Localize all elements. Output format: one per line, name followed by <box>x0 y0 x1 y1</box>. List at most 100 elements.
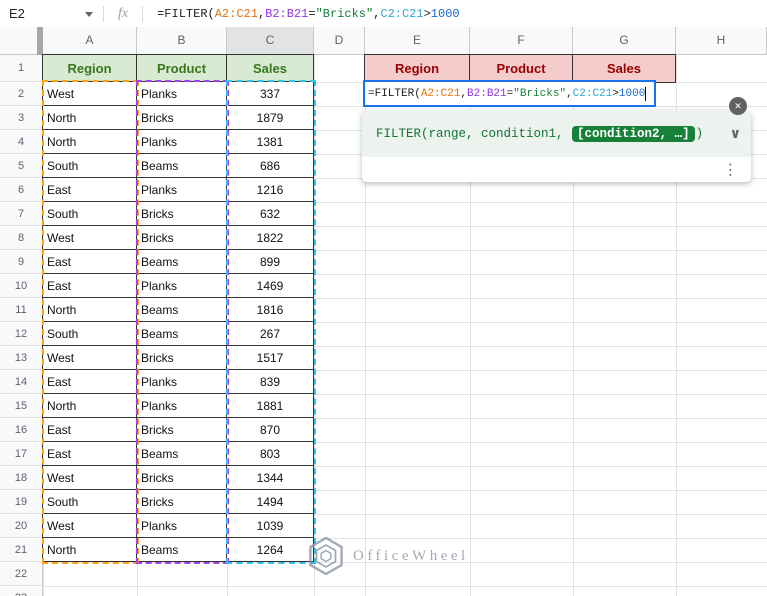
table-cell[interactable]: Planks <box>137 178 227 202</box>
table-cell[interactable]: South <box>43 154 137 178</box>
column-header-h[interactable]: H <box>676 27 767 55</box>
source-header-cell[interactable]: Sales <box>227 55 314 82</box>
row-header-10[interactable]: 10 <box>0 274 43 298</box>
table-cell[interactable]: Bricks <box>137 226 227 250</box>
table-cell[interactable]: East <box>43 442 137 466</box>
table-cell[interactable]: North <box>43 538 137 562</box>
table-cell[interactable]: Bricks <box>137 490 227 514</box>
table-cell[interactable]: Beams <box>137 442 227 466</box>
column-header-a[interactable]: A <box>43 27 137 55</box>
column-header-e[interactable]: E <box>365 27 470 55</box>
row-header-5[interactable]: 5 <box>0 154 43 178</box>
row-header-9[interactable]: 9 <box>0 250 43 274</box>
table-cell[interactable]: Bricks <box>137 466 227 490</box>
table-cell[interactable]: Bricks <box>137 202 227 226</box>
table-cell[interactable]: 899 <box>227 250 314 274</box>
table-cell[interactable]: South <box>43 490 137 514</box>
table-cell[interactable]: North <box>43 394 137 418</box>
table-cell[interactable]: West <box>43 466 137 490</box>
table-cell[interactable]: 1822 <box>227 226 314 250</box>
row-header-16[interactable]: 16 <box>0 418 43 442</box>
table-cell[interactable]: South <box>43 322 137 346</box>
table-cell[interactable]: 1264 <box>227 538 314 562</box>
table-cell[interactable]: North <box>43 130 137 154</box>
table-cell[interactable]: 1517 <box>227 346 314 370</box>
table-cell[interactable]: East <box>43 178 137 202</box>
table-cell[interactable]: 839 <box>227 370 314 394</box>
row-header-19[interactable]: 19 <box>0 490 43 514</box>
row-header-21[interactable]: 21 <box>0 538 43 562</box>
row-header-1[interactable]: 1 <box>0 55 43 82</box>
formula-bar-input[interactable]: =FILTER(A2:C21,B2:B21="Bricks",C2:C21>10… <box>149 7 767 21</box>
column-header-d[interactable]: D <box>314 27 365 55</box>
table-cell[interactable]: Bricks <box>137 106 227 130</box>
result-header-cell[interactable]: Product <box>470 55 573 83</box>
table-cell[interactable]: 870 <box>227 418 314 442</box>
row-header-12[interactable]: 12 <box>0 322 43 346</box>
result-header-cell[interactable]: Sales <box>573 55 676 83</box>
table-cell[interactable]: 1881 <box>227 394 314 418</box>
table-cell[interactable]: 1879 <box>227 106 314 130</box>
table-cell[interactable]: 267 <box>227 322 314 346</box>
table-cell[interactable]: Bricks <box>137 418 227 442</box>
table-cell[interactable]: East <box>43 250 137 274</box>
table-cell[interactable]: 1381 <box>227 130 314 154</box>
table-cell[interactable]: East <box>43 274 137 298</box>
table-cell[interactable]: 803 <box>227 442 314 466</box>
name-box-dropdown-icon[interactable] <box>85 12 93 17</box>
table-cell[interactable]: 1344 <box>227 466 314 490</box>
column-header-g[interactable]: G <box>573 27 676 55</box>
column-header-b[interactable]: B <box>137 27 227 55</box>
table-cell[interactable]: Beams <box>137 538 227 562</box>
table-cell[interactable]: West <box>43 346 137 370</box>
row-header-14[interactable]: 14 <box>0 370 43 394</box>
result-header-cell[interactable]: Region <box>365 55 470 83</box>
kebab-menu-icon[interactable]: ⋮ <box>723 162 738 177</box>
table-cell[interactable]: West <box>43 82 137 106</box>
table-cell[interactable]: Planks <box>137 130 227 154</box>
table-cell[interactable]: Beams <box>137 322 227 346</box>
row-header-2[interactable]: 2 <box>0 82 43 106</box>
table-cell[interactable]: West <box>43 514 137 538</box>
table-cell[interactable]: Planks <box>137 394 227 418</box>
row-header-18[interactable]: 18 <box>0 466 43 490</box>
source-header-cell[interactable]: Product <box>137 55 227 82</box>
row-header-4[interactable]: 4 <box>0 130 43 154</box>
row-header-20[interactable]: 20 <box>0 514 43 538</box>
row-header-17[interactable]: 17 <box>0 442 43 466</box>
row-header-13[interactable]: 13 <box>0 346 43 370</box>
table-cell[interactable]: 1469 <box>227 274 314 298</box>
table-cell[interactable]: Bricks <box>137 346 227 370</box>
table-cell[interactable]: West <box>43 226 137 250</box>
table-cell[interactable]: 1039 <box>227 514 314 538</box>
table-cell[interactable]: Beams <box>137 250 227 274</box>
row-header-3[interactable]: 3 <box>0 106 43 130</box>
cell-editor-e2[interactable]: =FILTER(A2:C21,B2:B21="Bricks",C2:C21>10… <box>363 80 656 107</box>
table-cell[interactable]: 632 <box>227 202 314 226</box>
table-cell[interactable]: 1216 <box>227 178 314 202</box>
row-header-11[interactable]: 11 <box>0 298 43 322</box>
table-cell[interactable]: 1816 <box>227 298 314 322</box>
row-header-23[interactable]: 23 <box>0 586 43 596</box>
table-cell[interactable]: Planks <box>137 274 227 298</box>
table-cell[interactable]: Planks <box>137 370 227 394</box>
row-header-7[interactable]: 7 <box>0 202 43 226</box>
row-header-6[interactable]: 6 <box>0 178 43 202</box>
close-icon[interactable]: ✕ <box>729 97 747 115</box>
source-header-cell[interactable]: Region <box>43 55 137 82</box>
column-header-f[interactable]: F <box>470 27 573 55</box>
table-cell[interactable]: South <box>43 202 137 226</box>
row-header-8[interactable]: 8 <box>0 226 43 250</box>
column-header-c[interactable]: C <box>227 27 314 55</box>
table-cell[interactable]: 686 <box>227 154 314 178</box>
row-header-22[interactable]: 22 <box>0 562 43 586</box>
table-cell[interactable]: East <box>43 370 137 394</box>
table-cell[interactable]: East <box>43 418 137 442</box>
chevron-down-icon[interactable]: ∨ <box>730 126 741 142</box>
table-cell[interactable]: North <box>43 298 137 322</box>
table-cell[interactable]: Beams <box>137 154 227 178</box>
table-cell[interactable]: 1494 <box>227 490 314 514</box>
table-cell[interactable]: Planks <box>137 514 227 538</box>
table-cell[interactable]: Beams <box>137 298 227 322</box>
row-header-15[interactable]: 15 <box>0 394 43 418</box>
